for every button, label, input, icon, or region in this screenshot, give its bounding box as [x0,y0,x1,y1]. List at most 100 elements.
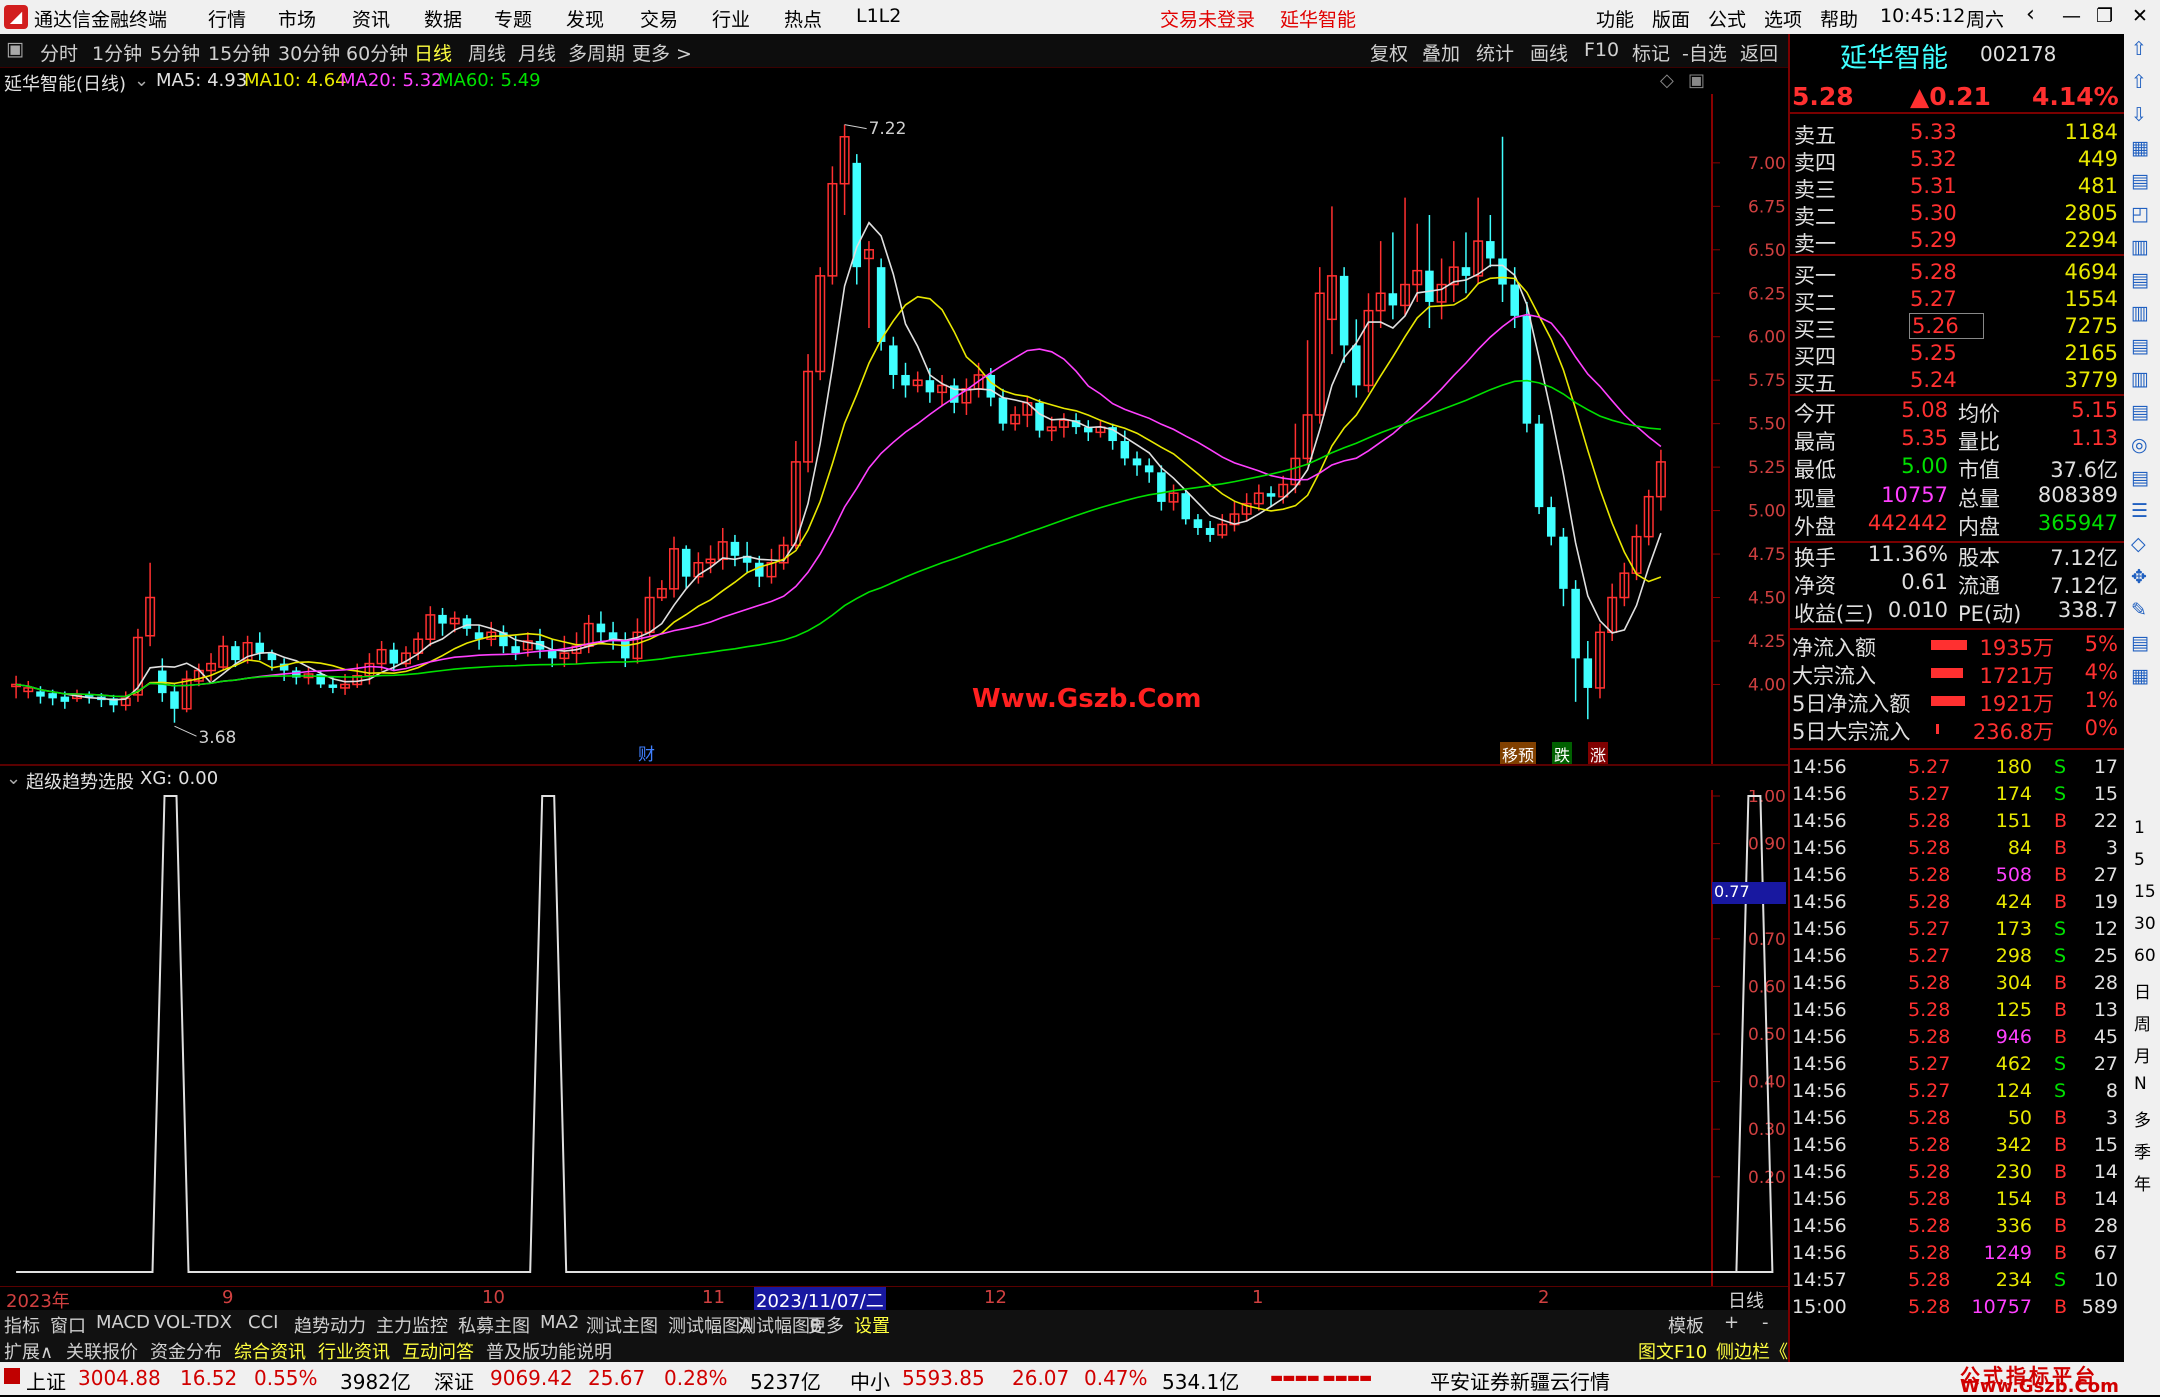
minimize-icon[interactable]: — [2062,5,2081,27]
indicator-tab[interactable]: 更多 [808,1312,844,1338]
ask-row[interactable]: 卖四 5.32 449 [1790,147,2124,175]
toolbar-icon[interactable]: ▦ [2131,137,2149,159]
chart-tool-button[interactable]: 标记 [1632,39,1670,66]
period-shortcut[interactable]: 季 [2134,1138,2151,1163]
right-menu-item[interactable]: 选项 [1764,5,1802,32]
panel-icon[interactable]: ▣ [1688,70,1705,91]
info-tab[interactable]: 资金分布 [150,1338,222,1364]
info-tab[interactable]: 扩展∧ [4,1338,53,1364]
period-shortcut[interactable]: 30 [2134,914,2156,934]
indicator-tab[interactable]: 私募主图 [458,1312,530,1338]
chart-tool-button[interactable]: F10 [1584,39,1619,61]
marker-zhang[interactable]: 涨 [1588,742,1609,766]
period-shortcut[interactable]: N [2134,1074,2147,1094]
toolbar-icon[interactable]: ▤ [2131,401,2149,423]
toolbar-icon[interactable]: ▥ [2131,236,2149,258]
period-shortcut[interactable]: 月 [2134,1042,2151,1067]
server-name[interactable]: 平安证券新疆云行情 [1430,1366,1610,1395]
marker-yiyu[interactable]: 移预 [1500,742,1537,766]
signal-chart[interactable]: 0.200.300.400.500.600.700.901.00 [0,787,1788,1286]
diamond-icon[interactable]: ◇ [1660,70,1674,91]
chart-tool-button[interactable]: -自选 [1682,39,1727,66]
indicator-tab[interactable]: 设置 [854,1312,890,1338]
period-tab[interactable]: 周线 [468,39,506,66]
right-menu-item[interactable]: 功能 [1596,5,1634,32]
period-shortcut[interactable]: 多 [2134,1106,2151,1131]
period-tab[interactable]: 30分钟 [278,39,340,66]
restore-icon[interactable]: ❐ [2096,5,2113,27]
indicator-tab[interactable]: 窗口 [50,1312,86,1338]
chevron-down-icon[interactable]: ⌄ [6,768,21,789]
toolbar-icon[interactable]: ▤ [2131,467,2149,489]
indicator-tab[interactable]: 测试主图 [586,1312,658,1338]
toolbar-icon[interactable]: ▤ [2131,632,2149,654]
chart-tool-button[interactable]: 统计 [1476,39,1514,66]
bid-row[interactable]: 买三 5.26 7275 [1790,313,2124,342]
period-shortcut[interactable]: 日 [2134,978,2151,1003]
sub-chart[interactable]: 0.20 0.30 0.40 0.50 0.60 0.70 0.90 1.00 0.77 [0,787,1788,1286]
login-status[interactable]: 交易未登录 [1160,5,1255,32]
marker-die[interactable]: 跌 [1552,742,1573,766]
toolbar-icon[interactable]: ◎ [2131,434,2148,456]
toolbar-icon[interactable]: ✥ [2131,566,2147,588]
toolbar-icon[interactable]: ▥ [2131,302,2149,324]
indicator-tab[interactable]: MACD [96,1312,150,1333]
toolbar-icon[interactable]: ▤ [2131,335,2149,357]
info-tab[interactable]: 行业资讯 [318,1338,390,1364]
indicator-tab[interactable]: 趋势动力 [294,1312,366,1338]
toolbar-icon[interactable]: ▤ [2131,170,2149,192]
template-button[interactable]: 模板 [1668,1312,1704,1338]
bid-row[interactable]: 买二 5.27 1554 [1790,287,2124,315]
toolbar-icon[interactable]: ⇩ [2131,104,2147,126]
indicator-tab[interactable]: VOL-TDX [154,1312,232,1333]
menu-item[interactable]: 数据 [424,5,462,32]
period-shortcut[interactable]: 1 [2134,818,2145,838]
toolbar-icon[interactable]: ▥ [2131,368,2149,390]
toolbar-icon[interactable]: ▦ [2131,665,2149,687]
bid-row[interactable]: 买一 5.28 4694 [1790,260,2124,288]
template-button[interactable]: - [1762,1312,1769,1333]
toolbar-icon[interactable]: ◰ [2131,203,2149,225]
info-tab[interactable]: 普及版功能说明 [486,1338,612,1364]
chart-tool-button[interactable]: 叠加 [1422,39,1460,66]
right-menu-item[interactable]: 帮助 [1820,5,1858,32]
period-tab[interactable]: 多周期 [568,39,625,66]
indicator-tab[interactable]: MA2 [540,1312,579,1333]
candlestick-chart[interactable]: 4.00 4.25 4.50 4.75 5.00 5.25 5.50 5.75 6.00 6.25… [0,94,1788,764]
right-menu-item[interactable]: 版面 [1652,5,1690,32]
menu-item[interactable]: 市场 [278,5,316,32]
period-shortcut[interactable]: 周 [2134,1010,2151,1035]
menu-item[interactable]: 行业 [712,5,750,32]
bid-row[interactable]: 买五 5.24 3779 [1790,368,2124,396]
chevron-down-icon[interactable]: ⌄ [134,70,149,91]
info-tab[interactable]: 综合资讯 [234,1338,306,1364]
menu-item[interactable]: L1L2 [856,5,901,27]
ask-row[interactable]: 卖二 5.30 2805 [1790,201,2124,229]
panel-toggle-icon[interactable]: ▣ [6,38,24,60]
ask-row[interactable]: 卖三 5.31 481 [1790,174,2124,202]
menu-item[interactable]: 交易 [640,5,678,32]
toolbar-icon[interactable]: ☰ [2131,500,2148,522]
toolbar-icon[interactable]: ⇧ [2131,71,2147,93]
indicator-tab[interactable]: 指标 [4,1312,40,1338]
period-tab[interactable]: 更多 > [632,39,692,66]
right-menu-item[interactable]: 公式 [1708,5,1746,32]
period-tab[interactable]: 分时 [40,39,78,66]
info-tab[interactable]: 关联报价 [66,1338,138,1364]
period-tab[interactable]: 5分钟 [150,39,200,66]
menu-item[interactable]: 资讯 [352,5,390,32]
chart-tool-button[interactable]: 返回 [1740,39,1778,66]
menu-item[interactable]: 行情 [208,5,246,32]
period-shortcut[interactable]: 15 [2134,882,2156,902]
period-tab[interactable]: 1分钟 [92,39,142,66]
sz-label[interactable]: 深证 [434,1366,474,1395]
back-arrow-icon[interactable]: ‹ [2026,2,2035,27]
indicator-tab[interactable]: 主力监控 [376,1312,448,1338]
period-tab[interactable]: 日线 [414,39,452,66]
period-shortcut[interactable]: 年 [2134,1170,2151,1195]
toolbar-icon[interactable]: ◇ [2131,533,2146,555]
menu-item[interactable]: 热点 [784,5,822,32]
menu-item[interactable]: 专题 [494,5,532,32]
zx-label[interactable]: 中小 [850,1366,890,1395]
chart-tool-button[interactable]: 复权 [1370,39,1408,66]
